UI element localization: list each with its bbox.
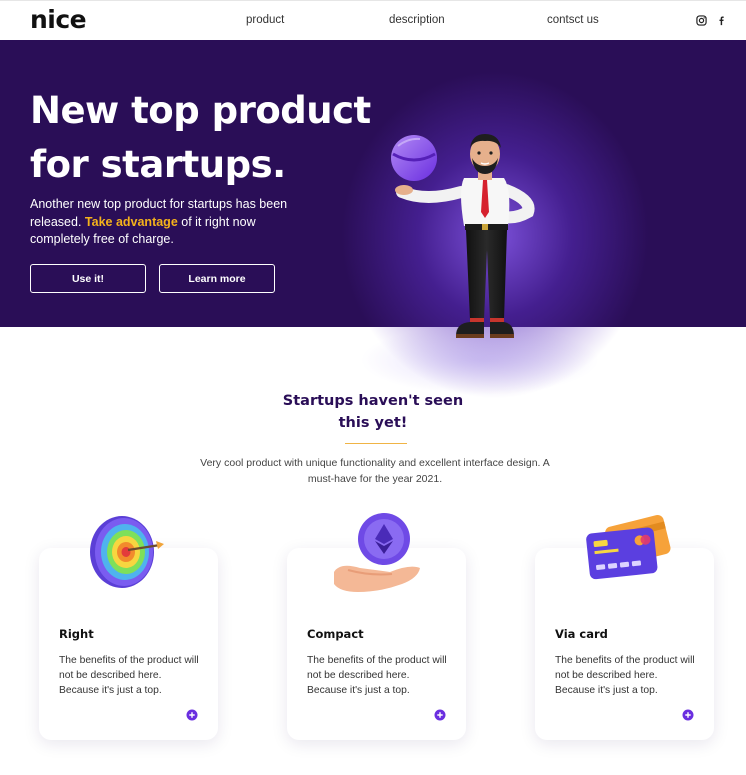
plus-circle-icon[interactable] [186,709,198,721]
hero-title-line1: New top product [30,89,371,132]
section-title-line2: this yet! [338,415,408,431]
nav-link-contact[interactable]: contsct us [547,14,599,26]
facebook-icon[interactable] [716,15,727,26]
nav-link-description[interactable]: description [389,14,445,26]
hero-description: Another new top product for startups has… [30,196,305,249]
credit-card-icon [586,515,671,580]
card-text: The benefits of the product will not be … [555,655,695,696]
plus-circle-icon[interactable] [434,709,446,721]
hero-desc-highlight[interactable]: Take advantage [85,215,178,229]
card-title: Via card [555,627,608,641]
section-title: Startups haven't seen this yet! [223,390,523,434]
use-it-button[interactable]: Use it! [30,264,146,293]
hero-title: New top product for startups. [30,84,410,192]
card-title: Right [59,627,94,641]
section-description: Very cool product with unique functional… [200,457,550,485]
section-title-line1: Startups haven't seen [282,393,464,409]
plus-circle-icon[interactable] [682,709,694,721]
target-icon [90,516,164,588]
hand-coin-icon [334,513,420,592]
instagram-icon[interactable] [696,15,707,26]
nav-link-product[interactable]: product [246,14,284,26]
businessman-illustration [391,134,535,338]
card-text: The benefits of the product will not be … [59,655,199,696]
logo[interactable]: nice [30,5,87,34]
card-title: Compact [307,627,364,641]
hero-section: New top product for startups. Another ne… [0,40,746,400]
section-divider [345,443,407,444]
top-nav: nice product description contsct us [0,0,746,40]
card-text: The benefits of the product will not be … [307,655,447,696]
learn-more-button[interactable]: Learn more [159,264,275,293]
hero-title-line2: for startups. [30,143,286,186]
